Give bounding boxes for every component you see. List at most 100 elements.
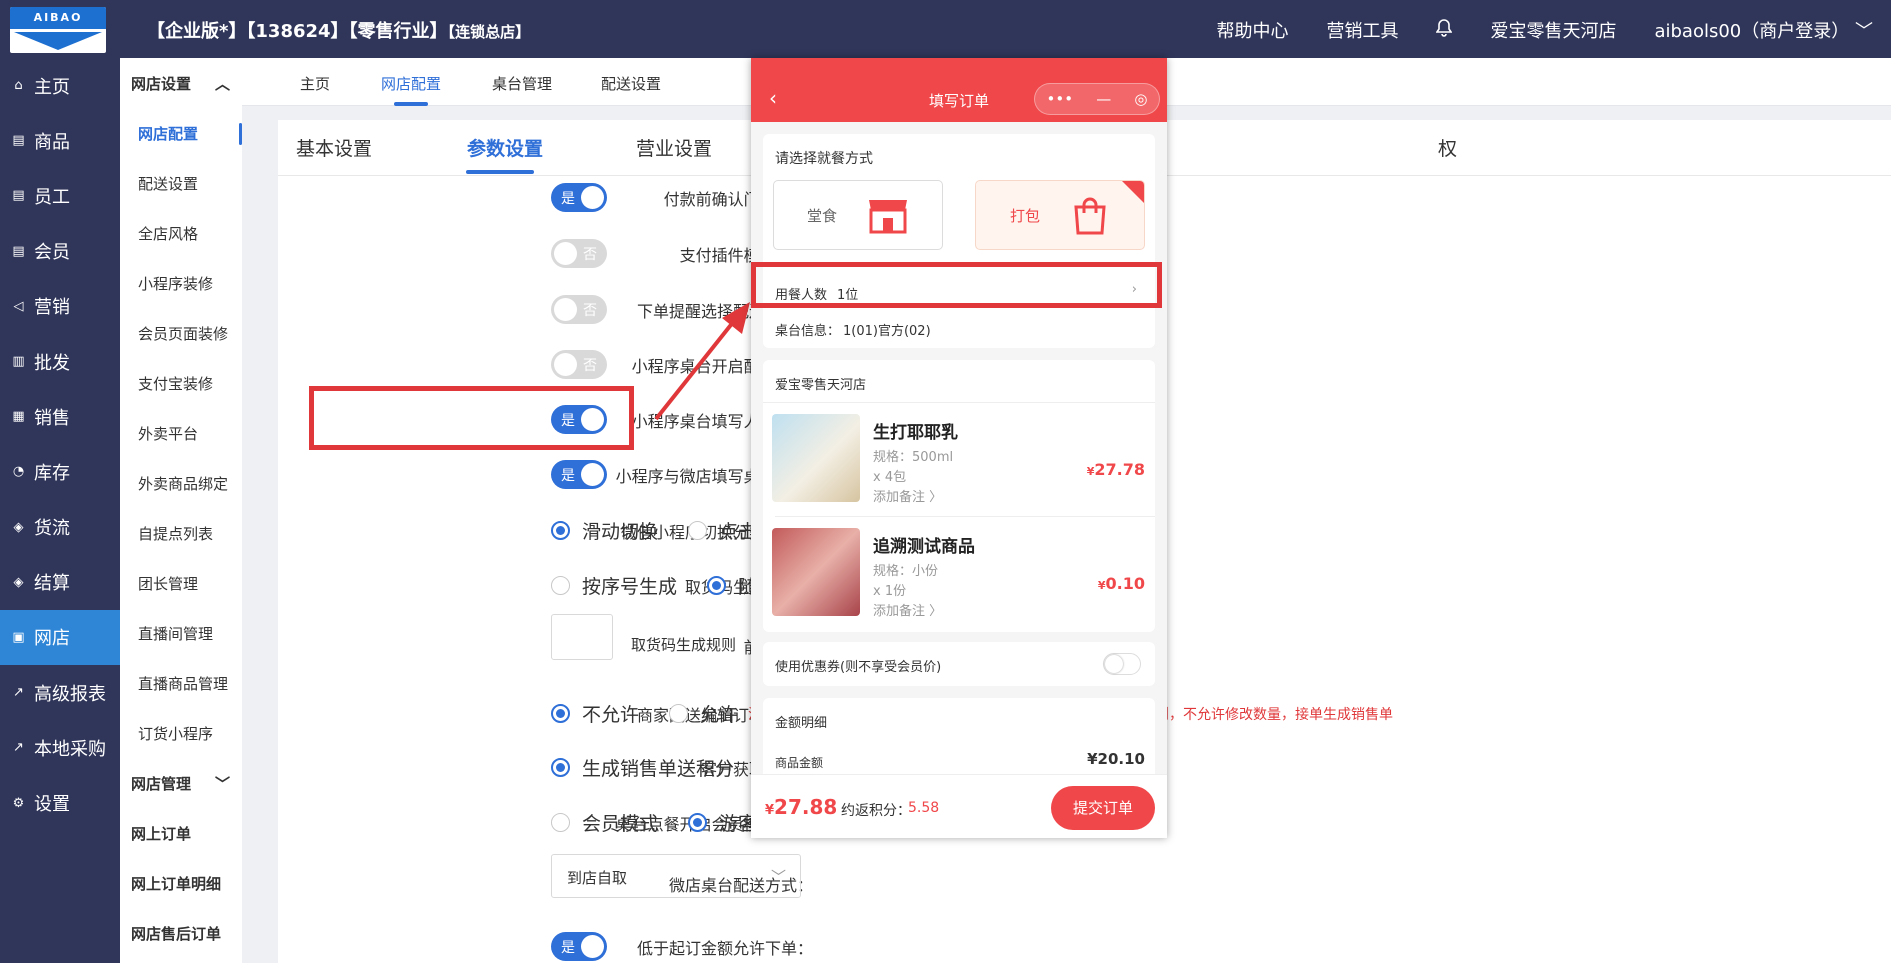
sidebar-item-0[interactable]: ⌂ 主页 [0, 58, 120, 113]
radio-member-mode[interactable] [551, 813, 570, 832]
sidebar-item-5[interactable]: ▥ 批发 [0, 334, 120, 389]
tab-business-settings[interactable]: 营业设置 [636, 134, 712, 161]
subnav-item[interactable]: 网上订单 [120, 808, 242, 858]
user-menu[interactable]: aibaols00（商户登录） ﹀ [1654, 17, 1873, 43]
account-title: 【企业版*】【138624】【零售行业】【连锁总店】 [147, 17, 530, 43]
report-icon: ↗ [13, 685, 24, 701]
tab-param-settings[interactable]: 参数设置 [467, 134, 543, 161]
tab-delivery-settings[interactable]: 配送设置 [601, 73, 661, 94]
purchase-icon: ↗ [13, 740, 24, 756]
subnav-item[interactable]: 外卖商品绑定 [120, 458, 242, 508]
tab-truncated[interactable]: 权 [1438, 134, 1457, 161]
sidebar-item-label: 设置 [34, 794, 70, 816]
subnav-item[interactable]: 小程序装修 [120, 258, 242, 308]
sidebar-item-11[interactable]: ↗ 高级报表 [0, 665, 120, 720]
dine-title: 请选择就餐方式 [775, 151, 873, 167]
label-below-min: 低于起订金额允许下单： [636, 939, 813, 958]
radio-random[interactable] [707, 576, 727, 595]
subnav-item[interactable]: 全店风格 [120, 208, 242, 258]
toggle-payment-plugin[interactable]: 否 [551, 239, 607, 268]
subnav-item[interactable]: 直播间管理 [120, 608, 242, 658]
radio-by-sequence[interactable] [551, 576, 570, 595]
points-label: 约返积分： [841, 803, 911, 819]
subnav-item[interactable]: 团长管理 [120, 558, 242, 608]
dine-in-label: 堂食 [806, 206, 837, 225]
more-icon[interactable]: ••• [1047, 90, 1074, 108]
subnav-item[interactable]: 网上订单明细 [120, 858, 242, 908]
subnav-group-shop-settings[interactable]: 网店设置 ︿ [120, 58, 242, 108]
main-sidebar: ⌂ 主页 ▤ 商品 ▤ 员工 ▤ 会员 ◁ 营销 ▥ 批发 ▦ 销售 ◔ 库存 ◈ 货流 ◈ 结算 ▣ 网店 ↗ 高级报表 ↗ 本… [0, 58, 120, 963]
home-icon: ⌂ [14, 78, 23, 94]
sidebar-item-13[interactable]: ⚙ 设置 [0, 775, 120, 830]
toggle-table-delivery[interactable]: 否 [551, 350, 607, 379]
radio-slide-switch[interactable] [551, 521, 570, 540]
radio-click-switch[interactable] [688, 521, 708, 540]
delivery-method-select[interactable]: 到店自取 ﹀ [551, 854, 801, 898]
subnav-item[interactable]: 会员页面装修 [120, 308, 242, 358]
coupon-toggle[interactable] [1103, 653, 1141, 675]
checkout-bar: ¥27.88 约返积分： 5.58 提交订单 [751, 774, 1167, 838]
aibao-logo[interactable]: AIBAO [10, 7, 106, 53]
dine-in-option[interactable]: 堂食 [773, 180, 943, 250]
subnav-group-shop-manage[interactable]: 网店管理 ﹀ [120, 758, 242, 808]
tab-basic-settings[interactable]: 基本设置 [296, 134, 372, 161]
prefix-input[interactable] [551, 614, 613, 660]
mini-program-preview: ‹ 填写订单 ••• — ◎ 请选择就餐方式 堂食 打包 用餐人数 1位 › 桌… [751, 58, 1167, 838]
sidebar-item-12[interactable]: ↗ 本地采购 [0, 720, 120, 775]
capsule-menu[interactable]: ••• — ◎ [1034, 83, 1160, 115]
marketing-tools-link[interactable]: 营销工具 [1326, 17, 1398, 43]
help-center-link[interactable]: 帮助中心 [1216, 17, 1288, 43]
radio-sales-points[interactable] [551, 758, 570, 777]
tab-table-manage[interactable]: 桌台管理 [492, 73, 552, 94]
subnav-item[interactable]: 网店售后订单 [120, 908, 242, 958]
sidebar-item-8[interactable]: ◈ 货流 [0, 500, 120, 555]
toggle-delivery-time-reminder[interactable]: 否 [551, 295, 607, 324]
sidebar-item-7[interactable]: ◔ 库存 [0, 444, 120, 499]
sidebar-item-4[interactable]: ◁ 营销 [0, 279, 120, 334]
product-price: ¥27.78 [1086, 460, 1145, 479]
takeaway-option[interactable]: 打包 [975, 180, 1145, 250]
product-name: 生打耶耶乳 [873, 423, 958, 443]
target-icon[interactable]: ◎ [1134, 90, 1147, 108]
sidebar-item-3[interactable]: ▤ 会员 [0, 224, 120, 279]
subnav-item[interactable]: 支付宝装修 [120, 358, 242, 408]
subnav-item[interactable]: 订货小程序 [120, 708, 242, 758]
sidebar-item-1[interactable]: ▤ 商品 [0, 113, 120, 168]
sidebar-item-9[interactable]: ◈ 结算 [0, 555, 120, 610]
radio-guest-mode[interactable] [688, 813, 708, 832]
order-items-card: 爱宝零售天河店 生打耶耶乳 规格：500ml x 4包 添加备注 〉 ¥27.7… [763, 360, 1155, 632]
shop-icon: ▣ [12, 629, 25, 645]
delivery-method-value: 到店自取 [567, 869, 628, 887]
staff-icon: ▤ [12, 188, 25, 204]
subnav-item[interactable]: 自提点列表 [120, 508, 242, 558]
sidebar-item-10[interactable]: ▣ 网店 [0, 609, 120, 666]
toggle-below-min[interactable]: 是 [551, 932, 607, 961]
sidebar-item-label: 网店 [34, 628, 70, 650]
tab-home[interactable]: 主页 [300, 73, 330, 94]
subnav-item[interactable]: 配送设置 [120, 158, 242, 208]
takeaway-label: 打包 [1009, 206, 1040, 225]
radio-disallow[interactable] [551, 704, 570, 723]
subnav-item[interactable]: 外卖平台 [120, 408, 242, 458]
tab-shop-config[interactable]: 网店配置 [381, 73, 441, 94]
minimize-icon[interactable]: — [1096, 90, 1111, 108]
store-name[interactable]: 爱宝零售天河店 [1490, 17, 1616, 43]
radio-allow[interactable] [669, 704, 689, 723]
pickup-rule-hint: 取货码生成规则 [631, 636, 737, 654]
logo-mark [10, 29, 106, 53]
inventory-icon: ◔ [12, 464, 25, 480]
sidebar-item-6[interactable]: ▦ 销售 [0, 389, 120, 444]
bell-icon[interactable] [1435, 18, 1453, 42]
product-thumbnail [772, 414, 860, 502]
add-note-link[interactable]: 添加备注 〉 [873, 486, 942, 505]
add-note-link[interactable]: 添加备注 〉 [873, 600, 942, 619]
submit-order-button[interactable]: 提交订单 [1051, 786, 1155, 830]
sidebar-item-2[interactable]: ▤ 员工 [0, 168, 120, 223]
chevron-down-icon: ﹀ [1855, 21, 1873, 42]
toggle-confirm-store[interactable]: 是 [551, 183, 607, 212]
active-tab-indicator [394, 102, 428, 106]
toggle-table-number[interactable]: 是 [551, 460, 607, 489]
sidebar-item-label: 库存 [34, 462, 70, 484]
subnav-item[interactable]: 网店配置 [120, 108, 242, 158]
subnav-item[interactable]: 直播商品管理 [120, 658, 242, 708]
